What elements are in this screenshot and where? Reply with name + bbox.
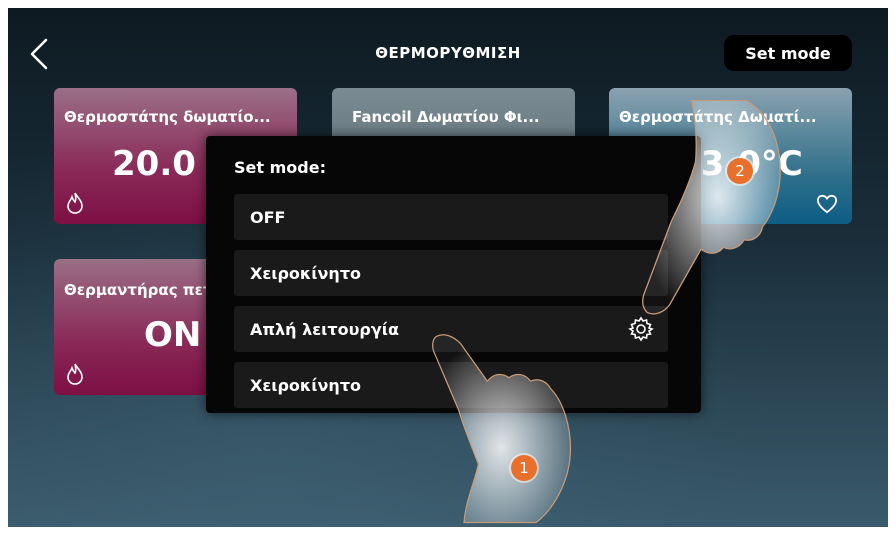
dialog-title: Set mode: — [234, 158, 326, 177]
flame-icon — [67, 363, 83, 385]
option-label: Απλή λειτουργία — [250, 319, 399, 339]
screen: ΘΕΡΜΟΡΥΘΜΙΣΗ Set mode Θερμοστάτης δωματί… — [8, 8, 888, 527]
set-mode-dialog: Set mode: OFF Χειροκίνητο Απλή λειτουργί… — [206, 136, 701, 413]
gear-icon[interactable] — [628, 316, 654, 342]
step-2-badge: 2 — [727, 158, 753, 184]
card-name: Θερμοστάτης Δωματί... — [619, 108, 817, 126]
card-name: Θερμοστάτης δωματίο... — [64, 108, 271, 126]
option-simple-mode[interactable]: Απλή λειτουργία — [234, 306, 668, 352]
heart-icon[interactable] — [816, 194, 838, 214]
card-value: ON — [144, 315, 202, 355]
step-1-badge: 1 — [511, 455, 537, 481]
option-manual[interactable]: Χειροκίνητο — [234, 250, 668, 296]
flame-icon — [67, 192, 83, 214]
card-name: Fancoil Δωματίου Φι... — [352, 108, 540, 126]
option-manual-2[interactable]: Χειροκίνητο — [234, 362, 668, 408]
option-off[interactable]: OFF — [234, 194, 668, 240]
set-mode-button[interactable]: Set mode — [724, 35, 852, 71]
